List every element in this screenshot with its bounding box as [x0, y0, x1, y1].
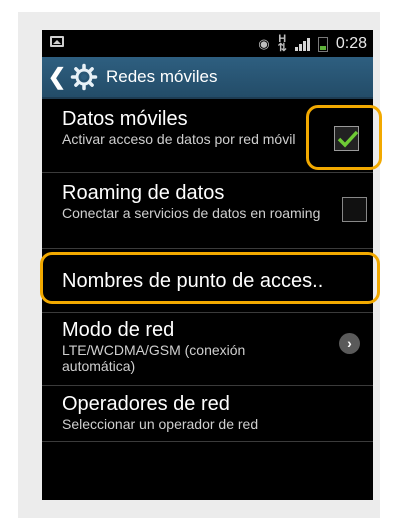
divider	[42, 385, 373, 386]
setting-title: Modo de red	[62, 319, 175, 341]
divider	[42, 248, 373, 249]
setting-network-mode[interactable]: Modo de red LTE/WCDMA/GSM (conexión auto…	[42, 318, 373, 380]
hspa-icon: H ⇅	[277, 33, 287, 54]
battery-icon	[317, 36, 328, 52]
chevron-right-icon[interactable]: ›	[339, 333, 360, 354]
checkbox-highlight	[306, 105, 382, 170]
setting-subtitle: Activar acceso de datos por red móvil	[62, 131, 296, 147]
divider	[42, 441, 373, 442]
image-notification-icon	[50, 36, 64, 47]
back-icon[interactable]: ❮	[46, 64, 68, 90]
setting-network-operators[interactable]: Operadores de red Seleccionar un operado…	[42, 392, 373, 442]
data-roaming-checkbox[interactable]	[342, 197, 367, 222]
eye-icon: ◉	[258, 36, 270, 51]
status-icons: ◉ H ⇅ 0:28	[258, 34, 367, 54]
settings-gear-icon[interactable]	[70, 63, 98, 91]
signal-icon	[294, 37, 310, 51]
divider	[42, 172, 373, 173]
page-title: Redes móviles	[106, 67, 218, 86]
divider	[42, 312, 373, 313]
setting-subtitle: Conectar a servicios de datos en roaming	[62, 205, 321, 221]
clock: 0:28	[335, 35, 367, 52]
setting-data-roaming[interactable]: Roaming de datos Conectar a servicios de…	[42, 181, 373, 243]
setting-subtitle: Seleccionar un operador de red	[62, 416, 259, 432]
status-bar: ◉ H ⇅ 0:28	[42, 30, 373, 57]
setting-subtitle: LTE/WCDMA/GSM (conexión automática)	[62, 342, 246, 374]
setting-title: Operadores de red	[62, 393, 230, 415]
action-bar: ❮ Redes móviles	[42, 57, 373, 99]
apn-highlight	[40, 252, 380, 304]
setting-title: Roaming de datos	[62, 182, 225, 204]
